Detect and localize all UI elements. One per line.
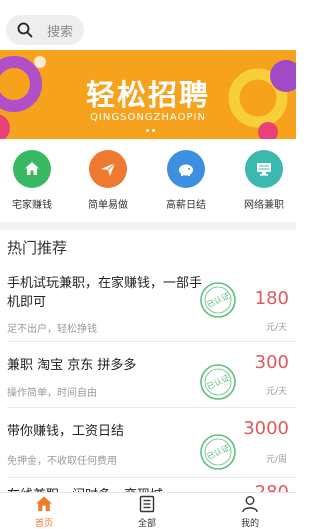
tab-all[interactable]: 全部	[117, 495, 177, 529]
search-input[interactable]: 搜索	[47, 21, 73, 40]
list-icon	[139, 495, 155, 513]
bottom-tab-bar: 首页 全部 我的	[0, 492, 296, 529]
paper-plane-icon	[89, 150, 127, 188]
job-description: 足不出户，轻松挣钱	[7, 324, 97, 335]
verified-stamp-text: 已认证	[205, 442, 231, 461]
piggy-bank-icon	[167, 150, 205, 188]
verified-stamp-icon: 已认证	[200, 434, 236, 470]
quick-link-online[interactable]: 网络兼职	[234, 150, 294, 211]
quick-link-label: 网络兼职	[244, 200, 284, 211]
search-box[interactable]: 搜索	[6, 15, 84, 45]
job-title: 手机试玩兼职，在家赚钱，一部手机即可	[7, 276, 203, 310]
quick-link-label: 简单易做	[88, 200, 128, 211]
search-icon	[17, 22, 33, 38]
tab-mine[interactable]: 我的	[220, 495, 280, 529]
app-screen: 搜索 轻松招聘 QINGSONGZHAOPIN 宅家赚钱 简单易做 高薪日结 网…	[0, 0, 296, 529]
quick-link-easy[interactable]: 简单易做	[78, 150, 138, 211]
job-item[interactable]: 兼职 淘宝 京东 拼多多 操作简单，时间自由 已认证 300 元/天	[0, 342, 296, 408]
tab-label: 全部	[137, 519, 156, 529]
verified-stamp-icon: 已认证	[200, 364, 236, 400]
tab-label: 首页	[34, 519, 53, 529]
quick-links: 宅家赚钱 简单易做 高薪日结 网络兼职	[0, 139, 296, 222]
job-description: 操作简单，时间自由	[7, 388, 97, 399]
job-description: 免押金，不收取任何费用	[7, 456, 117, 467]
section-divider	[0, 222, 296, 230]
job-item[interactable]: 带你赚钱，工资日结 免押金，不收取任何费用 已认证 3000 元/周	[0, 408, 296, 478]
tab-label: 我的	[240, 519, 259, 529]
quick-link-daily-pay[interactable]: 高薪日结	[156, 150, 216, 211]
quick-link-home-earn[interactable]: 宅家赚钱	[2, 150, 62, 211]
job-price-unit: 元/天	[265, 323, 287, 333]
header: 搜索	[0, 0, 296, 50]
job-price: 300	[254, 352, 289, 373]
verified-stamp-text: 已认证	[205, 290, 231, 309]
verified-stamp-text: 已认证	[205, 372, 231, 391]
quick-link-label: 宅家赚钱	[12, 200, 52, 211]
home-icon	[36, 496, 52, 511]
job-price-unit: 元/天	[265, 387, 287, 397]
monitor-icon	[245, 150, 283, 188]
job-price: 3000	[243, 418, 289, 439]
tab-home[interactable]: 首页	[14, 495, 74, 529]
home-icon	[13, 150, 51, 188]
section-title: 热门推荐	[7, 239, 68, 257]
banner-subtitle: QINGSONGZHAOPIN	[90, 112, 206, 123]
banner[interactable]: 轻松招聘 QINGSONGZHAOPIN	[0, 50, 296, 139]
user-icon	[242, 496, 258, 513]
job-title: 带你赚钱，工资日结	[7, 424, 125, 439]
job-item[interactable]: 手机试玩兼职，在家赚钱，一部手机即可 足不出户，轻松挣钱 已认证 180 元/天	[0, 262, 296, 342]
banner-pager	[146, 129, 155, 132]
job-price-unit: 元/周	[265, 455, 287, 465]
job-title: 兼职 淘宝 京东 拼多多	[7, 358, 137, 373]
verified-stamp-icon: 已认证	[200, 282, 236, 318]
job-price: 180	[254, 288, 289, 309]
banner-title: 轻松招聘	[85, 78, 210, 112]
quick-link-label: 高薪日结	[166, 200, 206, 211]
